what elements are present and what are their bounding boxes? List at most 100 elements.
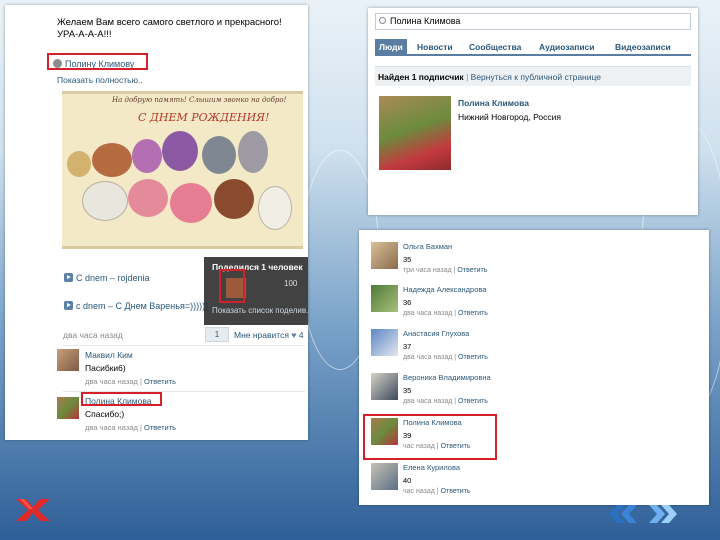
card-heading: С ДНЕМ РОЖДЕНИЯ! — [138, 111, 270, 124]
avatar[interactable] — [371, 329, 398, 356]
comment-time: два часа назад — [85, 377, 138, 386]
reply-link[interactable]: Ответить — [458, 354, 488, 361]
play-icon[interactable] — [64, 301, 73, 310]
card-animal — [170, 183, 212, 223]
item-time: два часа назад — [403, 398, 453, 405]
comment-author[interactable]: Маквил Ким — [85, 350, 133, 360]
item-meta: час назад | Ответить — [403, 488, 471, 495]
avatar[interactable] — [371, 373, 398, 400]
card-animal — [92, 143, 132, 177]
highlight-box — [219, 269, 245, 303]
avatar[interactable] — [57, 349, 79, 371]
result-name[interactable]: Полина Климова — [458, 98, 529, 108]
audio-title[interactable]: с dnem – С Днем Варенья=)))))) — [76, 301, 208, 311]
likes-count: 4 — [298, 330, 304, 340]
tab-video[interactable]: Видеозаписи — [611, 39, 675, 55]
item-time: три часа назад — [403, 267, 452, 274]
search-summary: Найден 1 подписчик | Вернуться к публичн… — [375, 66, 691, 86]
share-tooltip-count: 100 — [284, 279, 298, 288]
person-name[interactable]: Вероника Владимировна — [403, 373, 491, 382]
reply-link[interactable]: Ответить — [441, 488, 471, 495]
card-animal — [67, 151, 91, 177]
post-panel: Желаем Вам всего самого светлого и прекр… — [5, 5, 308, 440]
card-animal — [132, 139, 162, 173]
comment-meta: два часа назад | Ответить — [85, 377, 177, 386]
avatar[interactable] — [371, 242, 398, 269]
person-age: 37 — [403, 342, 412, 351]
likes-label: Мне нравится — [234, 330, 289, 340]
person-name[interactable]: Елена Курилова — [403, 463, 460, 472]
show-full-link[interactable]: Показать полностью.. — [57, 75, 143, 85]
comment-text: Пасибки6) — [85, 363, 126, 373]
person-age: 35 — [403, 386, 412, 395]
comment-text: Спасибо;) — [85, 409, 125, 419]
list-item: Ольга Бахман 35 три часа назад | Ответит… — [371, 242, 701, 282]
result-city: Нижний Новгород, Россия — [458, 112, 561, 122]
reply-link[interactable]: Ответить — [144, 377, 176, 386]
show-sharers-button[interactable]: Показать список поделив... — [212, 306, 308, 315]
audio-title[interactable]: С dnem – rojdenia — [76, 273, 150, 283]
post-text: Желаем Вам всего самого светлого и прекр… — [57, 17, 282, 40]
tab-communities[interactable]: Сообщества — [465, 39, 525, 55]
card-animal — [128, 179, 168, 217]
avatar[interactable] — [371, 285, 398, 312]
share-button[interactable]: 1 — [205, 327, 229, 342]
result-photo[interactable] — [379, 96, 451, 170]
audio-attachment[interactable]: С dnem – rojdenia — [64, 273, 150, 283]
audio-attachment[interactable]: с dnem – С Днем Варенья=)))))) — [64, 301, 208, 311]
card-animal — [238, 131, 268, 173]
birthday-card-image: На добрую память! Слышим звонко на добро… — [62, 91, 303, 249]
search-tabs: Люди Новости Сообщества Аудиозаписи Виде… — [375, 38, 691, 56]
card-animal — [214, 179, 254, 219]
back-link[interactable]: Вернуться к публичной странице — [471, 72, 601, 82]
reply-link[interactable]: Ответить — [458, 310, 488, 317]
item-meta: два часа назад | Ответить — [403, 398, 488, 405]
list-item: Анастасия Глухова 37 два часа назад | От… — [371, 329, 701, 369]
like-button[interactable]: Мне нравится ♥ 4 — [234, 330, 303, 340]
tab-audio[interactable]: Аудиозаписи — [535, 39, 599, 55]
card-animal — [258, 186, 292, 230]
play-icon[interactable] — [64, 273, 73, 282]
item-time: два часа назад — [403, 354, 453, 361]
tab-people[interactable]: Люди — [375, 39, 407, 55]
card-animal — [202, 136, 236, 174]
item-meta: два часа назад | Ответить — [403, 310, 488, 317]
item-meta: два часа назад | Ответить — [403, 354, 488, 361]
search-panel: Полина Климова Люди Новости Сообщества А… — [368, 8, 698, 215]
person-name[interactable]: Ольга Бахман — [403, 242, 452, 251]
reply-link[interactable]: Ответить — [458, 398, 488, 405]
person-age: 36 — [403, 298, 412, 307]
person-age: 40 — [403, 476, 412, 485]
item-time: час назад — [403, 488, 435, 495]
reply-link[interactable]: Ответить — [144, 423, 176, 432]
person-age: 35 — [403, 255, 412, 264]
avatar[interactable] — [57, 397, 79, 419]
found-count: Найден 1 подписчик — [378, 72, 464, 82]
reply-link[interactable]: Ответить — [457, 267, 487, 274]
highlight-box — [47, 53, 148, 70]
arrows-icon — [609, 505, 677, 523]
comment-time: два часа назад — [85, 423, 138, 432]
comment-meta: два часа назад | Ответить — [85, 423, 177, 432]
person-name[interactable]: Надежда Александрова — [403, 285, 486, 294]
card-animal — [82, 181, 128, 221]
share-count: 1 — [214, 330, 220, 339]
logo-x-icon — [16, 499, 50, 521]
heart-icon: ♥ — [291, 330, 297, 340]
search-input[interactable]: Полина Климова — [375, 13, 691, 30]
search-icon — [379, 17, 386, 24]
search-value: Полина Климова — [390, 16, 461, 26]
card-animal — [162, 131, 198, 171]
tab-news[interactable]: Новости — [413, 39, 457, 55]
list-item: Вероника Владимировна 35 два часа назад … — [371, 373, 701, 413]
item-meta: три часа назад | Ответить — [403, 267, 488, 274]
highlight-box — [363, 414, 497, 460]
avatar[interactable] — [371, 463, 398, 490]
list-item: Надежда Александрова 36 два часа назад |… — [371, 285, 701, 325]
highlight-box — [81, 392, 162, 406]
list-item: Елена Курилова 40 час назад | Ответить — [371, 463, 701, 503]
card-caption: На добрую память! Слышим звонко на добро… — [112, 96, 287, 104]
person-name[interactable]: Анастасия Глухова — [403, 329, 469, 338]
people-list-panel: Ольга Бахман 35 три часа назад | Ответит… — [359, 230, 709, 505]
item-time: два часа назад — [403, 310, 453, 317]
